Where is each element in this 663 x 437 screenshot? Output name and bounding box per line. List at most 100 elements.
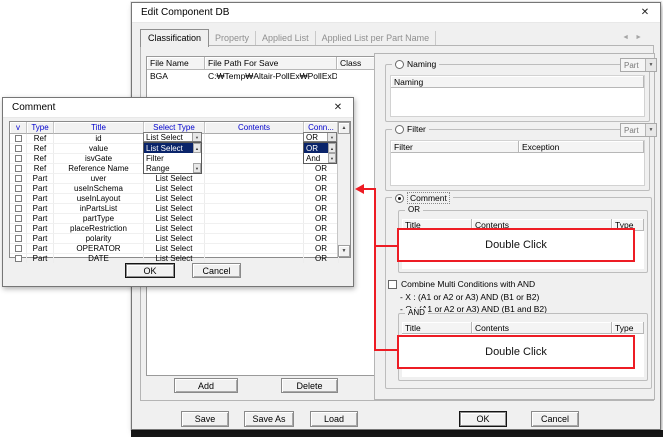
col-file-name[interactable]: File Name [147, 57, 205, 70]
comment-cancel-button[interactable]: Cancel [192, 263, 241, 278]
tab-property[interactable]: Property [209, 31, 256, 46]
combine-checkbox[interactable] [388, 280, 397, 289]
scroll-up-icon[interactable]: ▲ [193, 143, 201, 153]
filter-scope-combo[interactable]: Part ▼ [620, 123, 657, 137]
and-col-title[interactable]: Title [402, 322, 472, 334]
file-list-header: File Name File Path For Save Class [147, 57, 377, 70]
select-type-dropdown-list[interactable]: ▲ ▼ List SelectFilterRange [143, 142, 202, 174]
row-checkbox[interactable] [15, 225, 22, 232]
scroll-up-icon[interactable]: ▲ [338, 122, 350, 134]
naming-radio-row[interactable]: Naming [392, 59, 439, 69]
scroll-down-icon[interactable]: ▼ [338, 245, 350, 257]
cell-contents [205, 134, 304, 143]
row-checkbox[interactable] [15, 175, 22, 182]
row-checkbox[interactable] [15, 235, 22, 242]
cell-title: useInLayout [54, 194, 144, 203]
cell-check [10, 224, 27, 233]
filter-radio-row[interactable]: Filter [392, 124, 429, 134]
col-file-path[interactable]: File Path For Save [205, 57, 337, 70]
cell-select-type: List Select [144, 214, 205, 223]
tab-next-icon[interactable]: ► [635, 34, 648, 41]
scroll-up-icon[interactable]: ▲ [328, 143, 336, 153]
tab-classification[interactable]: Classification [140, 29, 209, 47]
cell-type: Ref [27, 154, 54, 163]
cell-select-type: List Select [144, 234, 205, 243]
annotation-line [374, 349, 397, 351]
comment-radio-row[interactable]: Comment [392, 192, 453, 204]
comment-condition-row[interactable]: PartuseInSchemaList SelectOR [10, 184, 339, 194]
add-button[interactable]: Add [174, 378, 238, 393]
or-group-label: OR [405, 205, 423, 214]
save-as-button[interactable]: Save As [244, 411, 294, 427]
naming-list[interactable]: Naming [390, 75, 645, 117]
cancel-button[interactable]: Cancel [531, 411, 579, 427]
row-checkbox[interactable] [15, 155, 22, 162]
cell-contents [205, 164, 304, 173]
chevron-down-icon[interactable]: ▼ [645, 59, 656, 71]
naming-scope-combo[interactable]: Part ▼ [620, 58, 657, 72]
scroll-down-icon[interactable]: ▼ [193, 163, 201, 173]
main-dialog-titlebar[interactable]: Edit Component DB ✕ [132, 3, 660, 23]
chevron-down-icon[interactable]: ▼ [645, 124, 656, 136]
comment-condition-row[interactable]: PartpartTypeList SelectOR [10, 214, 339, 224]
row-checkbox[interactable] [15, 145, 22, 152]
row-checkbox[interactable] [15, 135, 22, 142]
conn-combo[interactable]: OR ▼ [303, 132, 337, 142]
table-scrollbar[interactable]: ▲ ▼ [337, 122, 350, 257]
naming-radio[interactable] [395, 60, 404, 69]
comment-ok-button[interactable]: OK [125, 263, 175, 278]
save-button[interactable]: Save [181, 411, 229, 427]
combine-checkbox-row[interactable]: Combine Multi Conditions with AND [388, 279, 535, 289]
filter-list[interactable]: Filter Exception [390, 140, 645, 186]
tab-applied-list-per-part-name[interactable]: Applied List per Part Name [316, 31, 437, 46]
col-class[interactable]: Class [337, 57, 377, 70]
select-type-combo[interactable]: List Select ▼ [143, 132, 202, 142]
and-col-contents[interactable]: Contents [472, 322, 612, 334]
screenshot-canvas: Edit Component DB ✕ ClassificationProper… [0, 0, 663, 437]
row-checkbox[interactable] [15, 185, 22, 192]
comment-col-type[interactable]: Type [27, 122, 54, 134]
close-icon[interactable]: ✕ [325, 98, 351, 117]
row-checkbox[interactable] [15, 205, 22, 212]
row-checkbox[interactable] [15, 245, 22, 252]
close-icon[interactable]: ✕ [632, 3, 658, 22]
comment-condition-row[interactable]: PartuseInLayoutList SelectOR [10, 194, 339, 204]
filter-radio[interactable] [395, 125, 404, 134]
load-button[interactable]: Load [310, 411, 358, 427]
conn-dropdown-list[interactable]: ▲ ▼ ORAnd [303, 142, 337, 164]
comment-condition-row[interactable]: PartinPartsListList SelectOR [10, 204, 339, 214]
cell-select-type: List Select [144, 244, 205, 253]
scroll-down-icon[interactable]: ▼ [328, 153, 336, 163]
cell-title: useInSchema [54, 184, 144, 193]
chevron-down-icon[interactable]: ▼ [327, 133, 336, 141]
file-row[interactable]: BGAC:₩Temp₩Altair-PollEx₩PollExDFM' [147, 70, 377, 82]
comment-col-contents[interactable]: Contents [205, 122, 304, 134]
exception-column-header[interactable]: Exception [519, 141, 644, 153]
delete-button[interactable]: Delete [281, 378, 338, 393]
comment-dialog-titlebar[interactable]: Comment ✕ [3, 98, 353, 118]
comment-condition-row[interactable]: PartplaceRestrictionList SelectOR [10, 224, 339, 234]
row-checkbox[interactable] [15, 215, 22, 222]
filter-column-header[interactable]: Filter [391, 141, 519, 153]
comment-col-title[interactable]: Title [54, 122, 144, 134]
row-checkbox[interactable] [15, 255, 22, 262]
dropdown-option[interactable]: Filter [144, 153, 201, 163]
row-checkbox[interactable] [15, 195, 22, 202]
cell-select-type: List Select [144, 224, 205, 233]
tab-scroll-arrows[interactable]: ◄► [622, 34, 648, 41]
comment-col-v[interactable]: v [10, 122, 27, 134]
naming-column-header[interactable]: Naming [391, 76, 644, 88]
row-checkbox[interactable] [15, 165, 22, 172]
ok-button[interactable]: OK [459, 411, 507, 427]
chevron-down-icon[interactable]: ▼ [192, 133, 201, 141]
comment-radio[interactable] [395, 194, 404, 203]
comment-condition-row[interactable]: PartpolarityList SelectOR [10, 234, 339, 244]
tab-applied-list[interactable]: Applied List [256, 31, 316, 46]
select-type-combo-value: List Select [146, 133, 183, 142]
tab-prev-icon[interactable]: ◄ [622, 34, 635, 41]
cell-type: Part [27, 244, 54, 253]
comment-condition-row[interactable]: PartOPERATORList SelectOR [10, 244, 339, 254]
comment-condition-row[interactable]: PartuverList SelectOR [10, 174, 339, 184]
cell-select-type: List Select [144, 194, 205, 203]
and-col-type[interactable]: Type [612, 322, 644, 334]
